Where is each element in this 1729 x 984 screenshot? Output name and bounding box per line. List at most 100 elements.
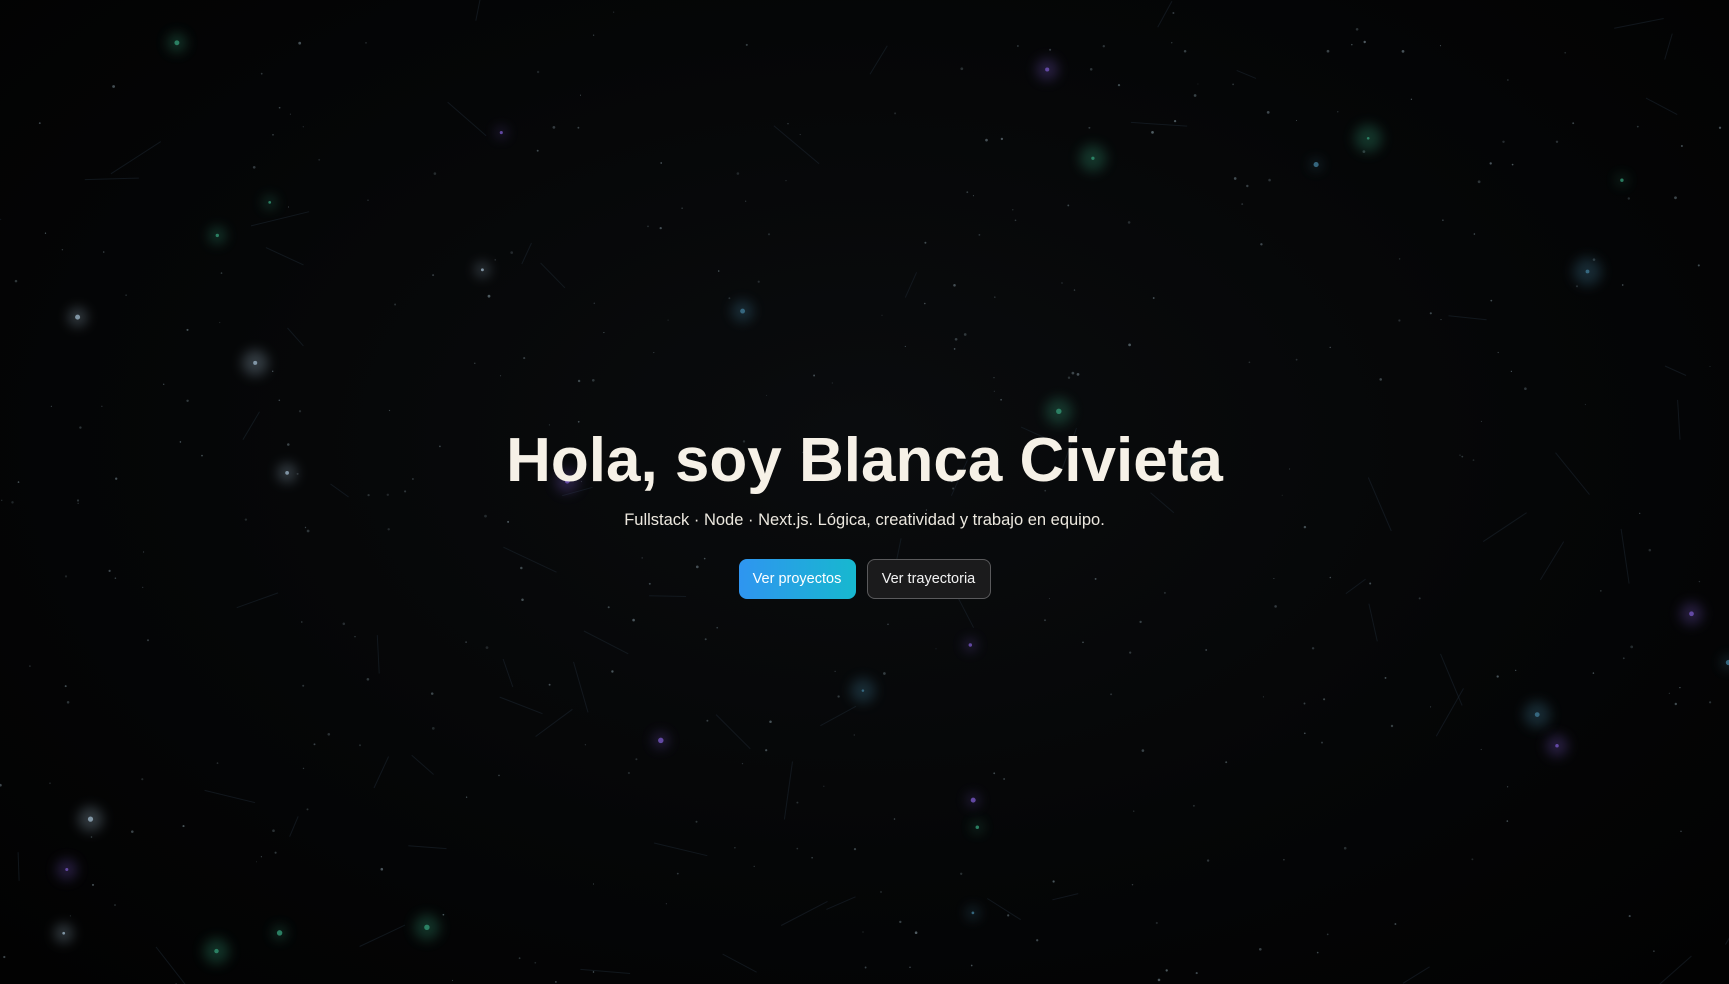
glowing-star: [1555, 744, 1559, 748]
constellation-line: [1402, 966, 1430, 984]
star: [1326, 49, 1330, 53]
star: [659, 226, 662, 230]
glowing-star: [740, 308, 746, 314]
star: [430, 692, 434, 695]
star: [1052, 880, 1055, 883]
star: [960, 67, 964, 71]
star: [837, 695, 840, 698]
star: [1718, 126, 1722, 129]
star: [653, 352, 655, 354]
glowing-star: [1045, 67, 1050, 72]
constellation-line: [155, 946, 186, 984]
star: [880, 891, 882, 893]
constellation-line: [722, 953, 757, 973]
star: [1496, 675, 1499, 678]
star: [1012, 209, 1014, 211]
star: [1303, 732, 1306, 735]
star: [510, 251, 514, 254]
glowing-star: [1313, 162, 1319, 168]
constellation-line: [580, 968, 631, 974]
star: [1082, 641, 1084, 644]
constellation-line: [573, 661, 589, 713]
star: [785, 179, 787, 182]
star: [255, 861, 258, 863]
star: [1329, 346, 1331, 349]
star: [260, 72, 263, 75]
star: [1507, 79, 1509, 81]
star: [1117, 83, 1121, 87]
star: [1128, 343, 1131, 347]
glowing-star: [658, 737, 664, 744]
star: [1584, 403, 1586, 406]
constellation-line: [780, 900, 828, 926]
glowing-star: [1534, 712, 1540, 718]
star: [706, 719, 709, 722]
star: [579, 94, 582, 96]
star: [603, 332, 605, 334]
constellation-line: [499, 696, 543, 715]
star: [787, 123, 789, 125]
star: [1171, 42, 1173, 44]
star: [1343, 846, 1347, 850]
star: [1440, 319, 1442, 321]
star: [494, 259, 496, 261]
star: [1192, 804, 1195, 807]
star: [1151, 131, 1154, 134]
view-career-button[interactable]: Ver trayectoria: [866, 559, 991, 599]
star: [1014, 219, 1017, 222]
star: [252, 165, 256, 169]
star: [38, 122, 41, 125]
constellation-line: [376, 635, 380, 674]
star: [993, 377, 995, 379]
glowing-star: [971, 911, 975, 915]
constellation-line: [411, 754, 434, 775]
constellation-line: [359, 924, 406, 947]
star: [1515, 669, 1517, 672]
glowing-star: [424, 924, 430, 931]
constellation-line: [987, 898, 1021, 921]
star: [1283, 858, 1285, 861]
star: [298, 41, 302, 45]
star: [695, 820, 698, 823]
glowing-star: [75, 314, 81, 320]
star: [1007, 914, 1010, 917]
star: [1258, 947, 1262, 951]
hero-actions: Ver proyectos Ver trayectoria: [0, 559, 1729, 599]
constellation-line: [715, 714, 751, 750]
star: [660, 162, 663, 164]
star: [465, 641, 467, 643]
star: [1390, 724, 1394, 728]
star: [834, 670, 836, 673]
star: [182, 825, 185, 828]
star: [765, 749, 768, 752]
star: [114, 904, 116, 906]
star: [1139, 620, 1142, 624]
glowing-star: [215, 233, 219, 238]
star: [1003, 778, 1005, 780]
star: [592, 971, 595, 973]
star: [665, 903, 667, 905]
star: [1477, 180, 1481, 184]
star: [1442, 219, 1444, 221]
star: [1152, 297, 1155, 299]
star: [1480, 420, 1482, 422]
star: [327, 732, 331, 736]
star: [146, 639, 150, 642]
star: [1379, 378, 1382, 381]
star: [272, 134, 274, 136]
star: [1430, 706, 1432, 708]
star: [577, 126, 580, 129]
star: [924, 302, 926, 305]
star: [1506, 820, 1509, 822]
view-projects-button[interactable]: Ver proyectos: [738, 559, 856, 599]
star: [1323, 698, 1326, 701]
star: [1017, 45, 1019, 47]
star: [592, 883, 595, 885]
star: [1067, 204, 1070, 207]
star: [1398, 319, 1401, 322]
star: [1183, 50, 1187, 53]
constellation-line: [521, 242, 532, 265]
star: [1173, 119, 1177, 123]
glowing-star: [253, 360, 258, 365]
constellation-line: [265, 247, 304, 266]
